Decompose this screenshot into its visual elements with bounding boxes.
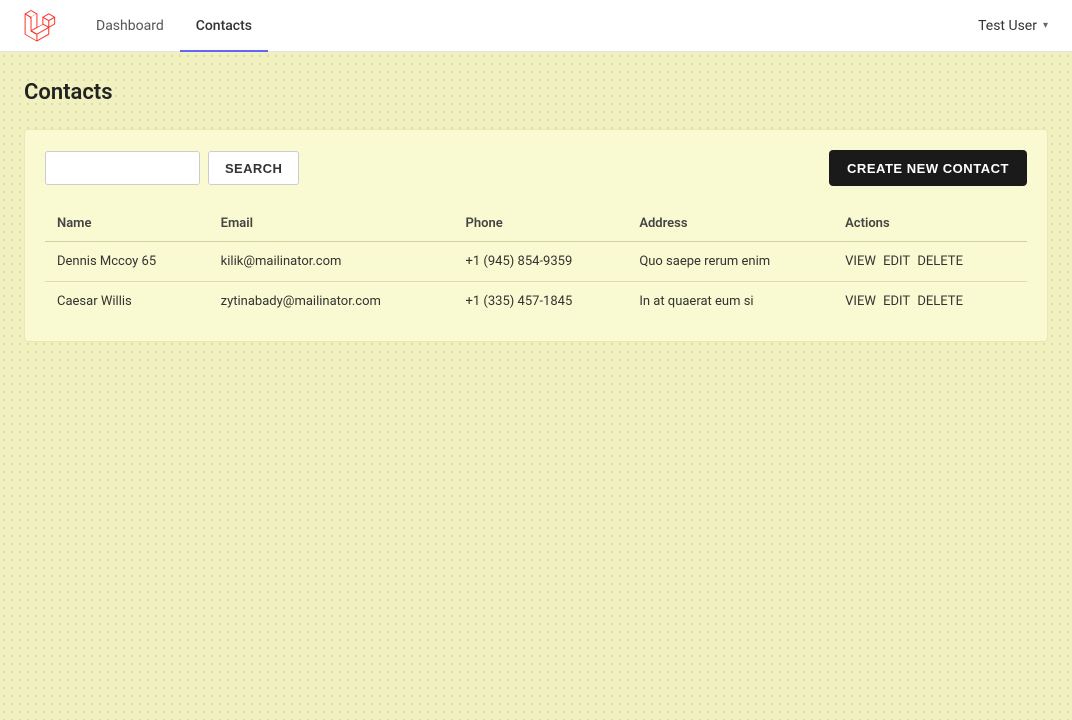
cell-address: In at quaerat eum si: [627, 282, 833, 322]
user-name: Test User: [978, 18, 1037, 34]
nav-link-dashboard[interactable]: Dashboard: [80, 0, 180, 52]
navbar: Dashboard Contacts Test User ▾: [0, 0, 1072, 52]
page-title: Contacts: [24, 80, 1048, 105]
nav-links: Dashboard Contacts: [80, 0, 268, 52]
action-edit-link[interactable]: EDIT: [883, 254, 910, 269]
navbar-left: Dashboard Contacts: [24, 0, 268, 52]
col-header-name: Name: [45, 206, 209, 242]
cell-email: kilik@mailinator.com: [209, 242, 454, 282]
search-input[interactable]: [45, 151, 200, 185]
cell-address: Quo saepe rerum enim: [627, 242, 833, 282]
action-delete-link[interactable]: DELETE: [917, 294, 963, 309]
user-menu[interactable]: Test User ▾: [978, 18, 1048, 34]
action-view-link[interactable]: VIEW: [845, 294, 876, 309]
table-body: Dennis Mccoy 65kilik@mailinator.com+1 (9…: [45, 242, 1027, 322]
table-row: Dennis Mccoy 65kilik@mailinator.com+1 (9…: [45, 242, 1027, 282]
table-header: Name Email Phone Address Actions: [45, 206, 1027, 242]
search-group: SEARCH: [45, 151, 299, 185]
cell-actions: VIEW EDIT DELETE: [833, 282, 1027, 322]
table-row: Caesar Williszytinabady@mailinator.com+1…: [45, 282, 1027, 322]
col-header-email: Email: [209, 206, 454, 242]
cell-actions: VIEW EDIT DELETE: [833, 242, 1027, 282]
action-view-link[interactable]: VIEW: [845, 254, 876, 269]
chevron-down-icon: ▾: [1043, 20, 1048, 31]
toolbar: SEARCH CREATE NEW CONTACT: [45, 150, 1027, 186]
cell-name: Dennis Mccoy 65: [45, 242, 209, 282]
create-contact-button[interactable]: CREATE NEW CONTACT: [829, 150, 1027, 186]
col-header-actions: Actions: [833, 206, 1027, 242]
action-delete-link[interactable]: DELETE: [917, 254, 963, 269]
laravel-logo: [24, 10, 56, 42]
nav-link-contacts[interactable]: Contacts: [180, 0, 268, 52]
col-header-phone: Phone: [454, 206, 628, 242]
page-background: Contacts SEARCH CREATE NEW CONTACT Name …: [0, 52, 1072, 720]
cell-phone: +1 (945) 854-9359: [454, 242, 628, 282]
table-header-row: Name Email Phone Address Actions: [45, 206, 1027, 242]
contacts-table: Name Email Phone Address Actions Dennis …: [45, 206, 1027, 321]
action-edit-link[interactable]: EDIT: [883, 294, 910, 309]
cell-phone: +1 (335) 457-1845: [454, 282, 628, 322]
col-header-address: Address: [627, 206, 833, 242]
contacts-card: SEARCH CREATE NEW CONTACT Name Email Pho…: [24, 129, 1048, 342]
cell-name: Caesar Willis: [45, 282, 209, 322]
cell-email: zytinabady@mailinator.com: [209, 282, 454, 322]
search-button[interactable]: SEARCH: [208, 151, 299, 185]
